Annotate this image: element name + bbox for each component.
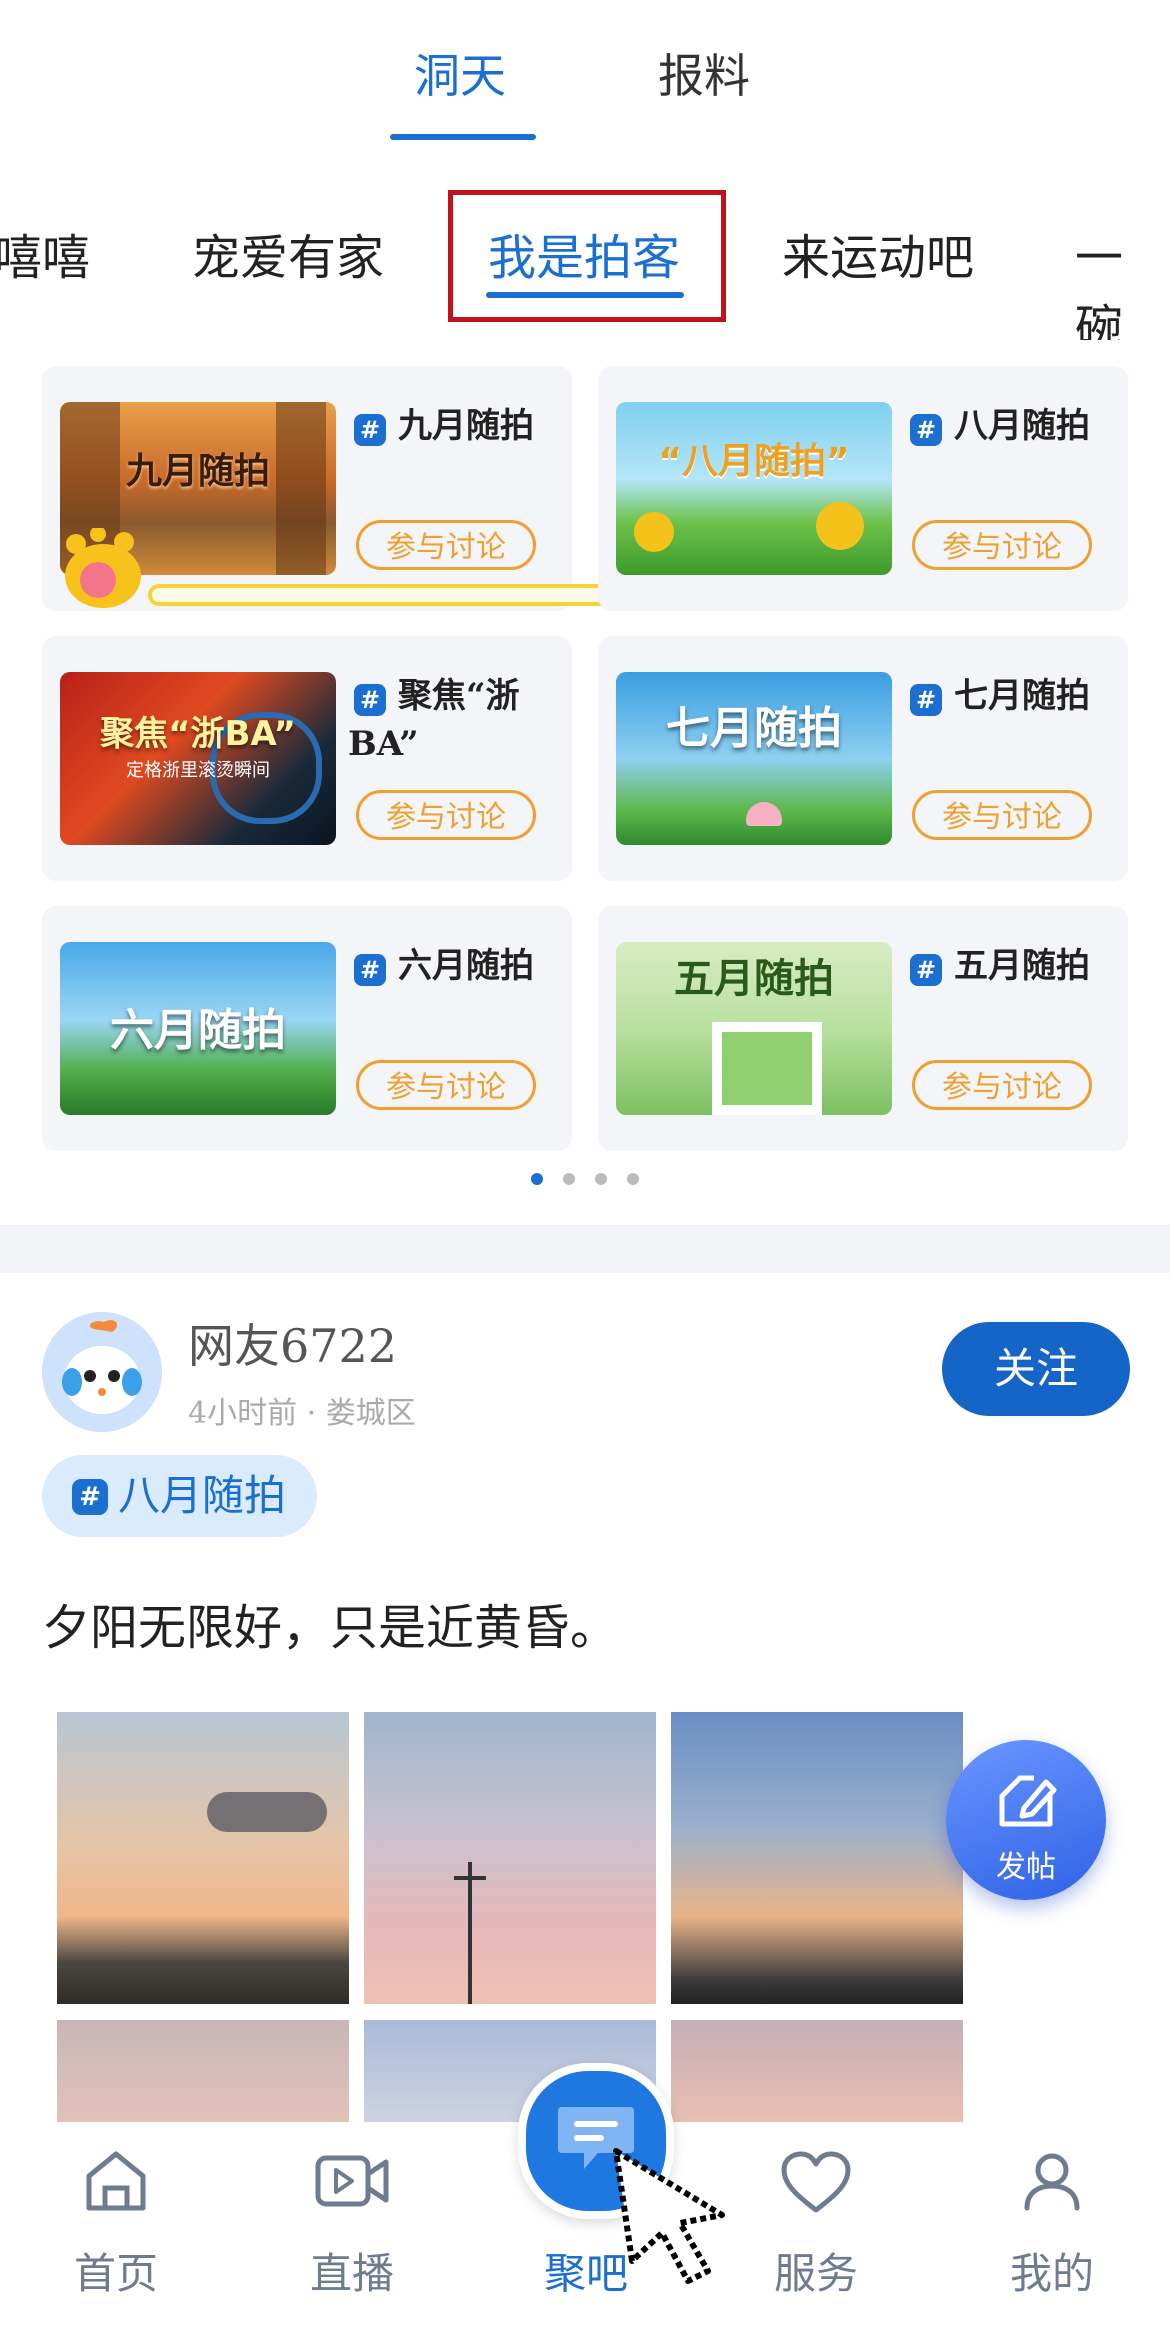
create-post-button[interactable]: 发帖 <box>946 1740 1106 1900</box>
section-divider <box>0 1225 1170 1273</box>
post-photo[interactable] <box>671 1712 963 2004</box>
category-tab-yiwan[interactable]: 一碗 <box>1075 218 1170 340</box>
nav-mine[interactable]: 我的 <box>962 2122 1142 2327</box>
join-discussion-button[interactable]: 参与讨论 <box>356 790 536 840</box>
user-icon <box>1024 2153 1080 2211</box>
topic-card[interactable]: 聚焦“浙BA” 定格浙里滚烫瞬间 # 聚焦“浙BA” 参与讨论 <box>42 636 572 881</box>
join-discussion-button[interactable]: 参与讨论 <box>912 520 1092 570</box>
category-tab-yundong[interactable]: 来运动吧 <box>782 218 974 288</box>
hashtag-icon: # <box>72 1479 108 1515</box>
tab-baoliao[interactable]: 报料 <box>658 40 750 106</box>
pager-dot[interactable] <box>531 1173 543 1185</box>
category-tab-paike[interactable]: 我是拍客 <box>488 218 680 288</box>
topic-title: 七月随拍 <box>954 676 1090 716</box>
join-discussion-button[interactable]: 参与讨论 <box>912 790 1092 840</box>
category-tab-xixi[interactable]: 嘻嘻 <box>0 218 90 288</box>
top-tab-indicator <box>390 134 536 140</box>
follow-button[interactable]: 关注 <box>942 1322 1130 1416</box>
post-topic-tag[interactable]: # 八月随拍 <box>42 1455 317 1537</box>
tab-dongtian[interactable]: 洞天 <box>414 40 506 106</box>
hashtag-icon: # <box>354 414 386 446</box>
category-tab-indicator <box>486 292 684 298</box>
mouse-cursor-icon <box>613 2148 725 2284</box>
hashtag-icon: # <box>910 954 942 986</box>
hashtag-icon: # <box>354 954 386 986</box>
heart-icon <box>781 2151 851 2213</box>
topic-thumbnail: “八月随拍” <box>616 402 892 575</box>
topic-card[interactable]: 七月随拍 # 七月随拍 参与讨论 <box>598 636 1128 881</box>
topic-thumbnail: 七月随拍 <box>616 672 892 845</box>
avatar[interactable] <box>42 1312 162 1432</box>
pager-dot[interactable] <box>595 1173 607 1185</box>
top-tab-bar: 洞天 报料 <box>0 0 1170 150</box>
category-tab-bar: 嘻嘻 宠爱有家 我是拍客 来运动吧 一碗 <box>0 190 1170 340</box>
topic-card[interactable]: “八月随拍” # 八月随拍 参与讨论 <box>598 366 1128 611</box>
post-photo[interactable] <box>364 1712 656 2004</box>
post-photo[interactable] <box>671 2020 963 2122</box>
post-photo[interactable] <box>57 2020 349 2122</box>
post-meta: 4小时前 · 娄城区 <box>188 1396 416 1431</box>
topic-title: 九月随拍 <box>398 406 534 446</box>
category-tab-chongai[interactable]: 宠爱有家 <box>192 218 384 288</box>
video-icon <box>315 2155 389 2207</box>
hashtag-icon: # <box>910 414 942 446</box>
nav-home[interactable]: 首页 <box>26 2122 206 2327</box>
post-text: 夕阳无限好，只是近黄昏。 <box>42 1600 619 1656</box>
pager-dot[interactable] <box>563 1173 575 1185</box>
pager-dot[interactable] <box>627 1173 639 1185</box>
post-username[interactable]: 网友6722 <box>188 1310 397 1376</box>
hashtag-icon: # <box>910 684 942 716</box>
topic-title: 五月随拍 <box>954 946 1090 986</box>
topic-card[interactable]: 五月随拍 # 五月随拍 参与讨论 <box>598 906 1128 1151</box>
home-icon <box>86 2151 146 2211</box>
join-discussion-button[interactable]: 参与讨论 <box>912 1060 1092 1110</box>
create-post-label: 发帖 <box>996 1850 1056 1885</box>
nav-service[interactable]: 服务 <box>726 2122 906 2327</box>
join-discussion-button[interactable]: 参与讨论 <box>356 520 536 570</box>
topic-title: 六月随拍 <box>398 946 534 986</box>
topic-title: 八月随拍 <box>954 406 1090 446</box>
topic-title: 聚焦“浙BA” <box>348 676 520 764</box>
topic-thumbnail: 五月随拍 <box>616 942 892 1115</box>
paw-icon <box>58 526 148 612</box>
join-discussion-button[interactable]: 参与讨论 <box>356 1060 536 1110</box>
topic-card[interactable]: 六月随拍 # 六月随拍 参与讨论 <box>42 906 572 1151</box>
post-photo[interactable] <box>57 1712 349 2004</box>
carousel-pager <box>0 1170 1170 1189</box>
nav-live[interactable]: 直播 <box>262 2122 442 2327</box>
topic-thumbnail: 聚焦“浙BA” 定格浙里滚烫瞬间 <box>60 672 336 845</box>
topic-thumbnail: 六月随拍 <box>60 942 336 1115</box>
edit-icon <box>999 1775 1057 1827</box>
